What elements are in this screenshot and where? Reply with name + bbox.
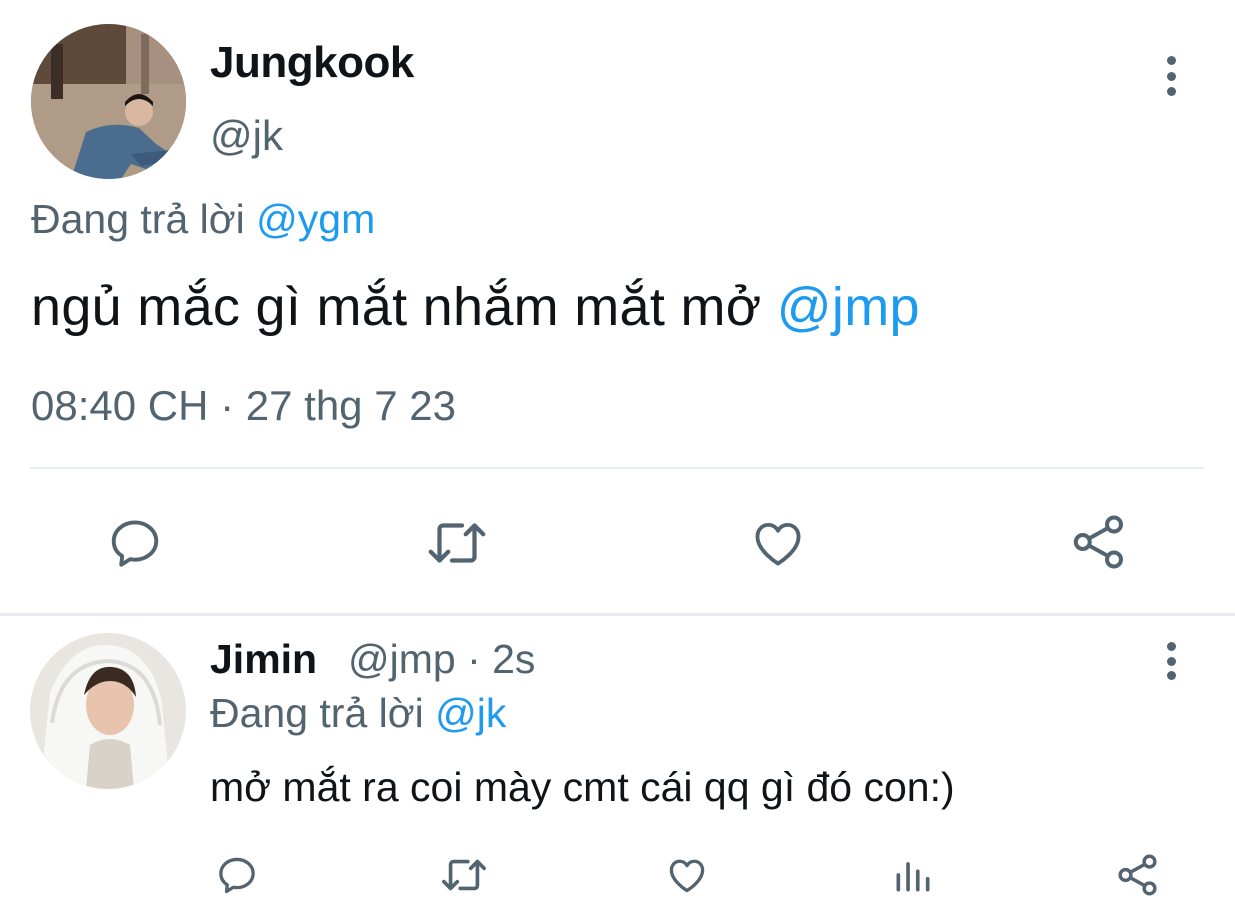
author-handle[interactable]: @jk [210,112,283,160]
share-icon [1069,512,1129,572]
avatar-jungkook[interactable] [31,24,186,179]
reply-author-handle-time[interactable]: @jmp · 2s [348,636,535,683]
tweet-body: ngủ mắc gì mắt nhắm mắt mở [31,277,762,337]
like-button[interactable] [748,513,808,573]
reply-button[interactable] [105,513,165,573]
author-name[interactable]: Jungkook [210,38,414,88]
reply-like-button[interactable] [664,852,710,898]
retweet-icon [438,852,490,898]
section-divider [0,613,1235,616]
replying-to-label: Đang trả lời [31,196,245,242]
reply-share-button[interactable] [1114,852,1162,898]
tweet-mention[interactable]: @jmp [777,277,920,337]
avatar-jimin[interactable] [30,633,186,789]
replying-to: Đang trả lời @ygm [31,196,375,243]
like-icon [749,514,807,572]
reply-analytics-button[interactable] [890,852,936,898]
reply-reply-button[interactable] [214,852,260,898]
reply-replying-to-label: Đang trả lời [210,690,424,736]
reply-author-name[interactable]: Jimin [210,636,317,683]
reply-text: mở mắt ra coi mày cmt cái qq gì đó con:) [210,764,955,810]
main-tweet: Jungkook @jk Đang trả lời @ygm ngủ mắc g… [0,0,1235,614]
reply-replying-to-mention[interactable]: @jk [435,690,506,736]
retweet-icon [424,513,490,573]
reply-replying-to: Đang trả lời @jk [210,690,506,737]
retweet-button[interactable] [424,513,490,573]
share-button[interactable] [1068,511,1130,573]
reply-icon [215,853,259,897]
tweet-timestamp[interactable]: 08:40 CH · 27 thg 7 23 [31,382,456,430]
reply-icon [106,514,164,572]
like-icon [665,853,709,897]
divider [30,467,1204,469]
share-icon [1115,852,1161,898]
replying-to-mention[interactable]: @ygm [256,196,375,242]
reply-retweet-button[interactable] [438,852,490,898]
analytics-icon [891,853,935,897]
tweet-text: ngủ mắc gì mắt nhắm mắt mở @jmp [31,276,920,338]
reply-more-options-icon[interactable] [1156,642,1186,680]
more-options-icon[interactable] [1156,56,1186,96]
